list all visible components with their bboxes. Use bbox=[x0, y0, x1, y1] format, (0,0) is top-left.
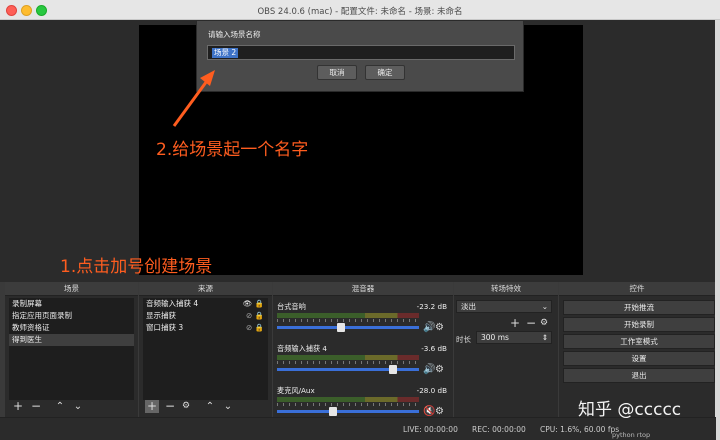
sources-title: 来源 bbox=[139, 282, 272, 296]
level-meter bbox=[277, 313, 419, 318]
scene-name-input[interactable]: 场景 2 bbox=[207, 45, 515, 60]
sources-dock: 来源 音频输入捕获 4 👁 🔒 显示捕获 ⊘ 🔒 窗口捕获 3 ⊘ 🔒 + − ⚙ ⌃… bbox=[139, 282, 272, 417]
watermark: 知乎 @ccccc bbox=[578, 400, 682, 420]
chevron-down-icon: ⌄ bbox=[541, 302, 548, 311]
volume-slider[interactable] bbox=[277, 365, 419, 374]
channel-name: 音频输入捕获 4 bbox=[277, 344, 327, 353]
volume-slider[interactable] bbox=[277, 323, 419, 332]
level-meter bbox=[277, 355, 419, 360]
transitions-title: 转场特效 bbox=[454, 282, 558, 296]
eye-lock-icon[interactable]: ⊘ 🔒 bbox=[246, 310, 264, 322]
speaker-icon[interactable]: 🔊 bbox=[423, 322, 435, 333]
desktop-edge bbox=[715, 20, 720, 440]
background-text: python rtop bbox=[612, 431, 651, 439]
move-up-icon[interactable]: ⌃ bbox=[53, 400, 67, 413]
scenes-toolbar: + − ⌃ ⌄ bbox=[9, 400, 134, 413]
scene-name-value[interactable]: 场景 2 bbox=[212, 48, 239, 58]
channel-db: -28.0 dB bbox=[416, 386, 447, 395]
meter-ticks bbox=[277, 319, 419, 322]
arrow-to-dialog-icon bbox=[172, 70, 215, 127]
scene-item[interactable]: 指定应用页面录制 bbox=[9, 310, 134, 322]
scenes-title: 场景 bbox=[5, 282, 138, 296]
exit-button[interactable]: 退出 bbox=[563, 368, 715, 383]
duration-value: 300 ms bbox=[481, 333, 509, 342]
settings-button[interactable]: 设置 bbox=[563, 351, 715, 366]
channel-name: 麦克风/Aux bbox=[277, 386, 315, 395]
title-bar: OBS 24.0.6 (mac) - 配置文件: 未命名 - 场景: 未命名 bbox=[0, 0, 720, 20]
source-item[interactable]: 显示捕获 ⊘ 🔒 bbox=[143, 310, 268, 322]
gear-icon[interactable]: ⚙ bbox=[179, 400, 193, 413]
obs-window: OBS 24.0.6 (mac) - 配置文件: 未命名 - 场景: 未命名 请… bbox=[0, 0, 720, 440]
source-label: 窗口捕获 3 bbox=[146, 323, 184, 332]
mixer-title: 混音器 bbox=[273, 282, 453, 296]
gear-icon[interactable]: ⚙ bbox=[435, 322, 444, 333]
live-time: LIVE: 00:00:00 bbox=[403, 425, 458, 434]
transition-value: 淡出 bbox=[461, 302, 476, 311]
studio-mode-button[interactable]: 工作室模式 bbox=[563, 334, 715, 349]
mixer-channel: 音频输入捕获 4 -3.6 dB 🔊 ⚙ bbox=[277, 344, 447, 380]
move-down-icon[interactable]: ⌄ bbox=[71, 400, 85, 413]
scenes-list: 录制屏幕 指定应用页面录制 教师资格证 得到医生 bbox=[9, 298, 134, 400]
cpu-fps: CPU: 1.6%, 60.00 fps bbox=[540, 425, 620, 434]
slider-knob[interactable] bbox=[389, 365, 397, 374]
source-item[interactable]: 音频输入捕获 4 👁 🔒 bbox=[143, 298, 268, 310]
remove-transition-button[interactable]: − bbox=[526, 316, 536, 330]
slider-knob[interactable] bbox=[329, 407, 337, 416]
meter-ticks bbox=[277, 361, 419, 364]
remove-scene-button[interactable]: − bbox=[29, 400, 43, 413]
scenes-dock: 场景 录制屏幕 指定应用页面录制 教师资格证 得到医生 + − ⌃ ⌄ bbox=[5, 282, 138, 417]
scene-name-dialog: 请输入场景名称 场景 2 取消 确定 bbox=[196, 20, 524, 92]
scene-item-selected[interactable]: 得到医生 bbox=[9, 334, 134, 346]
start-streaming-button[interactable]: 开始推流 bbox=[563, 300, 715, 315]
duration-input[interactable]: 300 ms ⇕ bbox=[476, 331, 552, 344]
add-transition-button[interactable]: + bbox=[510, 316, 520, 330]
move-up-icon[interactable]: ⌃ bbox=[203, 400, 217, 413]
move-down-icon[interactable]: ⌄ bbox=[221, 400, 235, 413]
scene-item[interactable]: 教师资格证 bbox=[9, 322, 134, 334]
speaker-icon[interactable]: 🔊 bbox=[423, 364, 435, 375]
channel-db: -3.6 dB bbox=[421, 344, 447, 353]
gear-icon[interactable]: ⚙ bbox=[435, 406, 444, 417]
channel-name: 台式音响 bbox=[277, 302, 306, 311]
sources-list: 音频输入捕获 4 👁 🔒 显示捕获 ⊘ 🔒 窗口捕获 3 ⊘ 🔒 bbox=[143, 298, 268, 400]
window-title: OBS 24.0.6 (mac) - 配置文件: 未命名 - 场景: 未命名 bbox=[257, 7, 463, 17]
source-label: 显示捕获 bbox=[146, 311, 176, 320]
gear-icon[interactable]: ⚙ bbox=[540, 318, 548, 328]
eye-lock-icon[interactable]: 👁 🔒 bbox=[243, 298, 264, 310]
ok-button[interactable]: 确定 bbox=[365, 65, 405, 80]
annotation-step1: 1.点击加号创建场景 bbox=[60, 257, 213, 277]
sources-toolbar: + − ⚙ ⌃ ⌄ bbox=[143, 400, 268, 413]
muted-speaker-icon[interactable]: 🔇 bbox=[423, 406, 435, 417]
mixer-channel: 台式音响 -23.2 dB 🔊 ⚙ bbox=[277, 302, 447, 338]
level-meter bbox=[277, 397, 419, 402]
mixer-dock: 混音器 台式音响 -23.2 dB 🔊 ⚙ 音频输入捕获 4 -3.6 dB 🔊… bbox=[273, 282, 453, 417]
rec-time: REC: 00:00:00 bbox=[472, 425, 526, 434]
transition-select[interactable]: 淡出 ⌄ bbox=[456, 300, 552, 313]
remove-source-button[interactable]: − bbox=[163, 400, 177, 413]
add-scene-button[interactable]: + bbox=[11, 400, 25, 413]
dialog-label: 请输入场景名称 bbox=[208, 30, 261, 39]
duration-label: 时长 bbox=[456, 335, 471, 344]
annotation-step2: 2.给场景起一个名字 bbox=[156, 140, 309, 160]
status-bar: LIVE: 00:00:00 REC: 00:00:00 CPU: 1.6%, … bbox=[0, 417, 716, 440]
slider-knob[interactable] bbox=[337, 323, 345, 332]
add-source-button[interactable]: + bbox=[145, 400, 159, 413]
volume-slider[interactable] bbox=[277, 407, 419, 416]
transitions-dock: 转场特效 淡出 ⌄ + − ⚙ 时长 300 ms ⇕ bbox=[454, 282, 558, 417]
meter-ticks bbox=[277, 403, 419, 406]
cancel-button[interactable]: 取消 bbox=[317, 65, 357, 80]
start-recording-button[interactable]: 开始录制 bbox=[563, 317, 715, 332]
stepper-icon[interactable]: ⇕ bbox=[542, 332, 548, 343]
controls-title: 控件 bbox=[559, 282, 715, 296]
eye-lock-icon[interactable]: ⊘ 🔒 bbox=[246, 322, 264, 334]
source-item[interactable]: 窗口捕获 3 ⊘ 🔒 bbox=[143, 322, 268, 334]
scene-item[interactable]: 录制屏幕 bbox=[9, 298, 134, 310]
source-label: 音频输入捕获 4 bbox=[146, 299, 199, 308]
channel-db: -23.2 dB bbox=[416, 302, 447, 311]
gear-icon[interactable]: ⚙ bbox=[435, 364, 444, 375]
